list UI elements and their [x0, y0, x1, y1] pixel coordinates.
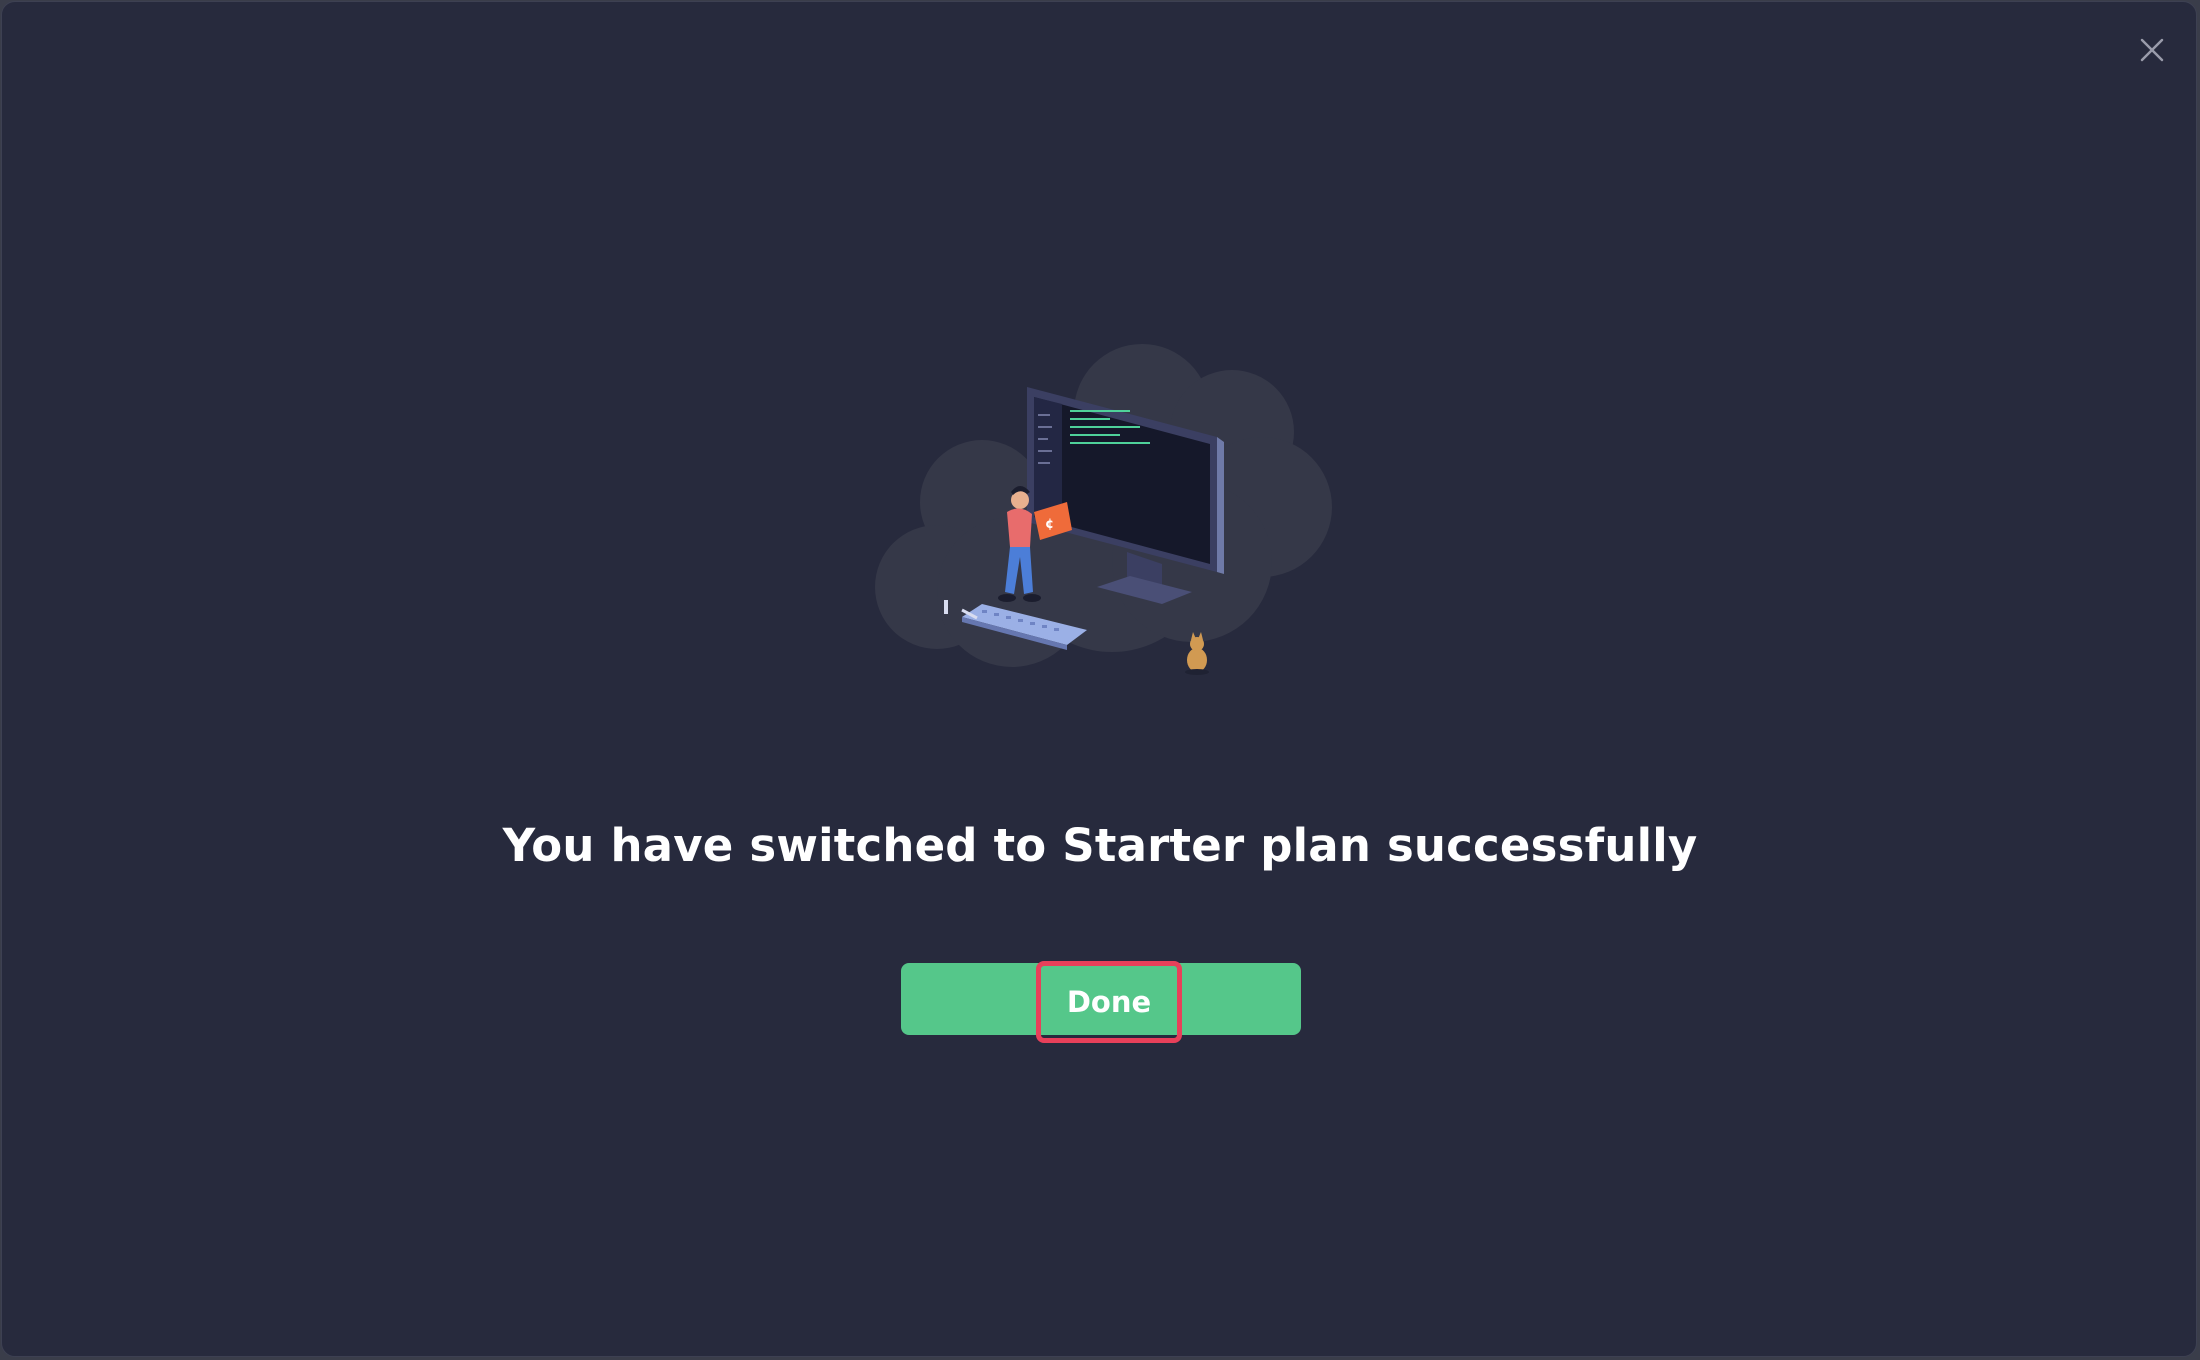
success-title: You have switched to Starter plan succes… — [502, 819, 1698, 872]
done-button-label: Done — [1066, 985, 1152, 1019]
plan-switch-dialog: ¢ You have switched to Starter plan succ… — [1, 1, 2197, 1357]
success-illustration: ¢ — [862, 342, 1342, 682]
svg-text:¢: ¢ — [1045, 517, 1054, 532]
close-icon — [2139, 37, 2165, 67]
close-button[interactable] — [2134, 34, 2170, 70]
done-button[interactable]: Done — [1036, 961, 1182, 1043]
